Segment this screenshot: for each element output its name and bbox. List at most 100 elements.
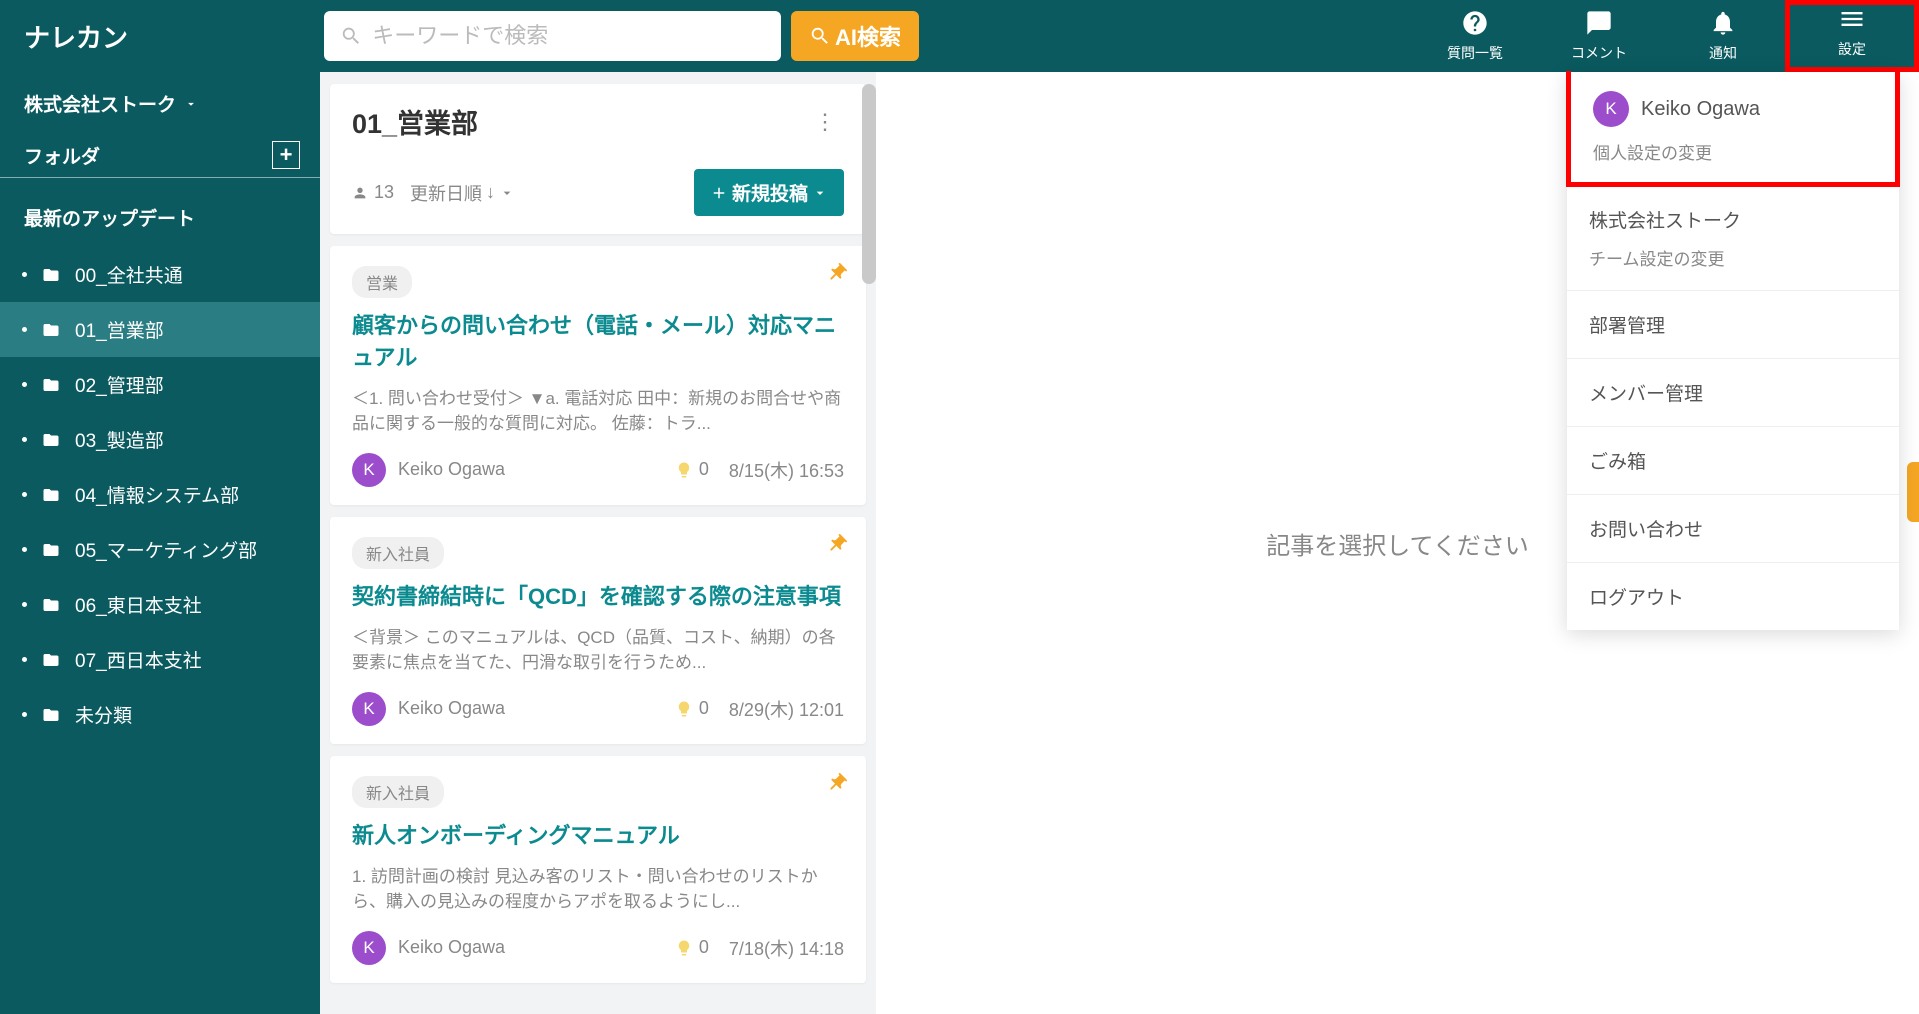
- article-card[interactable]: 新入社員 契約書締結時に「QCD」を確認する際の注意事項 ＜背景＞ このマニュア…: [330, 517, 866, 744]
- search-icon: [809, 25, 831, 47]
- folder-name: 06_東日本支社: [75, 591, 202, 618]
- bell-icon: [1709, 9, 1737, 37]
- article-footer: K Keiko Ogawa 0 7/18(木) 14:18: [352, 931, 844, 965]
- menu-item[interactable]: ログアウト: [1567, 563, 1899, 630]
- list-more-button[interactable]: ⋮: [806, 105, 844, 139]
- sort-button[interactable]: 更新日順 ↓: [410, 180, 515, 206]
- article-tag: 営業: [352, 266, 412, 298]
- article-tag: 新入社員: [352, 776, 444, 808]
- folder-name: 未分類: [75, 701, 132, 728]
- article-excerpt: ＜1. 問い合わせ受付＞ ▼a. 電話対応 田中：新規のお問合せや商品に関する一…: [352, 386, 844, 437]
- folder-item[interactable]: 07_西日本支社: [0, 632, 320, 687]
- header-bar: ナレカン AI検索 質問一覧 コメント 通知 設定: [0, 0, 1919, 72]
- bulb-icon: [675, 939, 693, 957]
- folder-item[interactable]: 未分類: [0, 687, 320, 742]
- app-logo: ナレカン: [24, 18, 324, 55]
- list-header: 01_営業部 ⋮ 13 更新日順 ↓ 新規投稿: [330, 84, 866, 234]
- search-icon: [340, 24, 362, 48]
- bullet-icon: [22, 657, 27, 662]
- article-card[interactable]: 新入社員 新人オンボーディングマニュアル 1. 訪問計画の検討 見込み客のリスト…: [330, 756, 866, 983]
- author-name: Keiko Ogawa: [398, 937, 675, 958]
- menu-item[interactable]: メンバー管理: [1567, 359, 1899, 427]
- menu-user-highlight: K Keiko Ogawa 個人設定の変更: [1566, 71, 1900, 187]
- bulb-icon: [675, 700, 693, 718]
- folder-name: 02_管理部: [75, 371, 164, 398]
- person-icon: [352, 185, 368, 201]
- plus-icon: [710, 184, 728, 202]
- header-icons: 質問一覧 コメント 通知 設定: [1413, 0, 1919, 72]
- workspace-selector[interactable]: 株式会社ストーク: [0, 90, 320, 133]
- folder-icon: [41, 651, 61, 669]
- article-list-panel: 01_営業部 ⋮ 13 更新日順 ↓ 新規投稿: [320, 72, 876, 1014]
- sidebar: 株式会社ストーク フォルダ + 最新のアップデート 00_全社共通 01_営業部…: [0, 72, 320, 1014]
- folder-item[interactable]: 00_全社共通: [0, 247, 320, 302]
- ai-search-button[interactable]: AI検索: [791, 11, 919, 61]
- bulb-count: 0: [675, 459, 709, 480]
- folder-icon: [41, 376, 61, 394]
- folder-item[interactable]: 04_情報システム部: [0, 467, 320, 522]
- search-wrap: AI検索: [324, 11, 919, 61]
- bullet-icon: [22, 712, 27, 717]
- folder-name: 05_マーケティング部: [75, 536, 257, 563]
- folder-icon: [41, 706, 61, 724]
- menu-item[interactable]: 部署管理: [1567, 291, 1899, 359]
- chevron-down-icon: [812, 185, 828, 201]
- article-footer: K Keiko Ogawa 0 8/15(木) 16:53: [352, 453, 844, 487]
- folder-icon: [41, 431, 61, 449]
- folder-name: 00_全社共通: [75, 261, 183, 288]
- pin-icon: [826, 772, 848, 799]
- bulb-icon: [675, 461, 693, 479]
- folder-item[interactable]: 06_東日本支社: [0, 577, 320, 632]
- menu-item[interactable]: ごみ箱: [1567, 427, 1899, 495]
- new-post-button[interactable]: 新規投稿: [694, 169, 844, 216]
- notifications-button[interactable]: 通知: [1661, 0, 1785, 72]
- bulb-count: 0: [675, 698, 709, 719]
- questions-button[interactable]: 質問一覧: [1413, 0, 1537, 72]
- comments-button[interactable]: コメント: [1537, 0, 1661, 72]
- chevron-down-icon: [184, 97, 198, 111]
- add-folder-button[interactable]: +: [272, 141, 300, 169]
- pin-icon: [826, 533, 848, 560]
- menu-item[interactable]: お問い合わせ: [1567, 495, 1899, 563]
- author-avatar: K: [352, 931, 386, 965]
- folder-item[interactable]: 01_営業部: [0, 302, 320, 357]
- folder-item[interactable]: 03_製造部: [0, 412, 320, 467]
- article-title: 契約書締結時に「QCD」を確認する際の注意事項: [352, 581, 844, 613]
- article-title: 顧客からの問い合わせ（電話・メール）対応マニュアル: [352, 310, 844, 374]
- bulb-count: 0: [675, 937, 709, 958]
- side-tab[interactable]: [1907, 462, 1919, 522]
- detail-placeholder: 記事を選択してください: [1266, 526, 1529, 561]
- folder-name: 03_製造部: [75, 426, 164, 453]
- user-avatar: K: [1593, 91, 1629, 127]
- folder-name: 01_営業部: [75, 316, 164, 343]
- folder-icon: [41, 486, 61, 504]
- scrollbar[interactable]: [862, 84, 876, 284]
- help-icon: [1461, 9, 1489, 37]
- list-title: 01_営業部: [352, 102, 478, 141]
- bullet-icon: [22, 382, 27, 387]
- pin-icon: [826, 262, 848, 289]
- search-box[interactable]: [324, 11, 781, 61]
- menu-personal-settings[interactable]: K Keiko Ogawa 個人設定の変更: [1571, 71, 1895, 182]
- article-excerpt: ＜背景＞ このマニュアルは、QCD（品質、コスト、納期）の各要素に焦点を当てた、…: [352, 625, 844, 676]
- article-date: 7/18(木) 14:18: [729, 935, 844, 961]
- arrow-down-icon: ↓: [486, 182, 495, 203]
- folder-icon: [41, 596, 61, 614]
- updates-header: 最新のアップデート: [0, 186, 320, 247]
- folder-header: フォルダ +: [0, 133, 320, 178]
- settings-button[interactable]: 設定: [1790, 5, 1914, 59]
- list-meta: 13 更新日順 ↓: [352, 180, 515, 206]
- user-name: Keiko Ogawa: [1641, 98, 1760, 121]
- folder-icon: [41, 266, 61, 284]
- search-input[interactable]: [372, 23, 765, 49]
- article-tag: 新入社員: [352, 537, 444, 569]
- folder-name: 07_西日本支社: [75, 646, 202, 673]
- bullet-icon: [22, 492, 27, 497]
- article-date: 8/15(木) 16:53: [729, 457, 844, 483]
- folder-item[interactable]: 02_管理部: [0, 357, 320, 412]
- author-name: Keiko Ogawa: [398, 698, 675, 719]
- folder-item[interactable]: 05_マーケティング部: [0, 522, 320, 577]
- menu-team-settings[interactable]: 株式会社ストーク チーム設定の変更: [1567, 186, 1899, 291]
- article-card[interactable]: 営業 顧客からの問い合わせ（電話・メール）対応マニュアル ＜1. 問い合わせ受付…: [330, 246, 866, 505]
- folder-name: 04_情報システム部: [75, 481, 239, 508]
